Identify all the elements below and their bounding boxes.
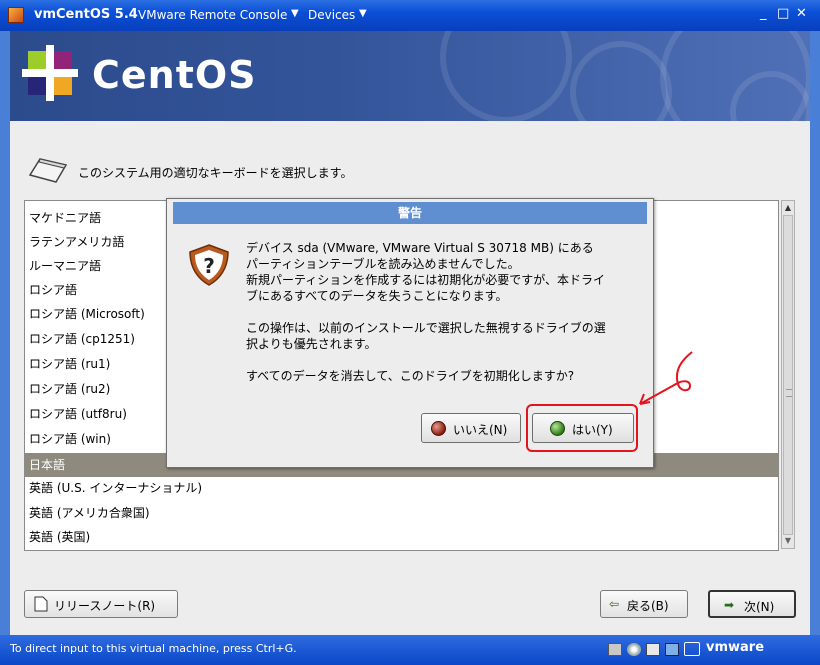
floppy-icon[interactable] <box>646 643 660 656</box>
next-label: 次(N) <box>744 600 775 614</box>
centos-logo-icon <box>22 45 78 101</box>
no-label: いいえ(N) <box>453 423 508 437</box>
keyboard-icon <box>28 158 68 183</box>
close-button[interactable]: ✕ <box>796 6 807 21</box>
scroll-down-icon[interactable]: ▼ <box>783 535 793 547</box>
chevron-down-icon[interactable]: ▼ <box>359 8 367 19</box>
list-scrollbar[interactable]: ▲ ▼ <box>781 200 795 549</box>
list-item[interactable]: 英語 (アメリカ合衆国) <box>25 501 778 525</box>
brand-name: CentOS <box>92 53 257 97</box>
vmware-screen-icon <box>684 642 700 656</box>
release-notes-button[interactable]: リリースノート(R) <box>24 590 178 618</box>
window-title: vmCentOS 5.4 <box>34 7 138 22</box>
window-titlebar: vmCentOS 5.4 VMware Remote Console ▼ Dev… <box>0 0 820 31</box>
centos-banner: CentOS <box>10 31 810 121</box>
svg-text:?: ? <box>203 254 215 278</box>
annotation-arrow-icon <box>639 351 693 405</box>
menu-remote-console[interactable]: VMware Remote Console <box>138 8 287 22</box>
status-message: To direct input to this virtual machine,… <box>10 642 297 655</box>
scroll-up-icon[interactable]: ▲ <box>783 202 793 214</box>
menu-devices[interactable]: Devices <box>308 8 355 22</box>
window-frame-right <box>810 31 820 635</box>
cd-icon[interactable] <box>627 643 641 656</box>
no-button[interactable]: いいえ(N) <box>421 413 521 443</box>
chevron-down-icon[interactable]: ▼ <box>291 8 299 19</box>
drive-icon[interactable] <box>608 643 622 656</box>
red-circle-icon <box>431 421 446 436</box>
annotation-highlight <box>526 404 638 452</box>
list-item[interactable]: 英語 (U.S. インターナショナル) <box>25 476 778 500</box>
vmware-logo: vmware <box>706 640 765 655</box>
back-button[interactable]: ⇦ 戻る(B) <box>600 590 688 618</box>
maximize-button[interactable]: □ <box>777 6 789 21</box>
question-shield-icon: ? <box>189 244 229 286</box>
instruction-text: このシステム用の適切なキーボードを選択します。 <box>78 166 353 180</box>
dialog-title: 警告 <box>173 202 647 224</box>
dialog-paragraph: この操作は、以前のインストールで選択した無視するドライブの選 択よりも優先されま… <box>246 321 606 351</box>
dialog-message: デバイス sda (VMware, VMware Virtual S 30718… <box>246 240 642 400</box>
dialog-paragraph: すべてのデータを消去して、このドライブを初期化しますか? <box>246 369 575 383</box>
scrollbar-thumb[interactable] <box>783 215 793 535</box>
back-label: 戻る(B) <box>627 599 669 613</box>
next-button[interactable]: ➡ 次(N) <box>708 590 796 618</box>
minimize-button[interactable]: _ <box>760 6 767 21</box>
document-icon <box>34 596 48 612</box>
window-frame-left <box>0 31 10 635</box>
network-icon[interactable] <box>665 643 679 656</box>
arrow-left-icon: ⇦ <box>609 597 620 611</box>
app-icon <box>8 7 24 23</box>
release-notes-label: リリースノート(R) <box>54 599 156 613</box>
status-bar: To direct input to this virtual machine,… <box>0 635 820 665</box>
list-item[interactable]: 英語 (英国) <box>25 525 778 549</box>
arrow-right-icon: ➡ <box>724 598 735 612</box>
dialog-paragraph: デバイス sda (VMware, VMware Virtual S 30718… <box>246 241 606 303</box>
